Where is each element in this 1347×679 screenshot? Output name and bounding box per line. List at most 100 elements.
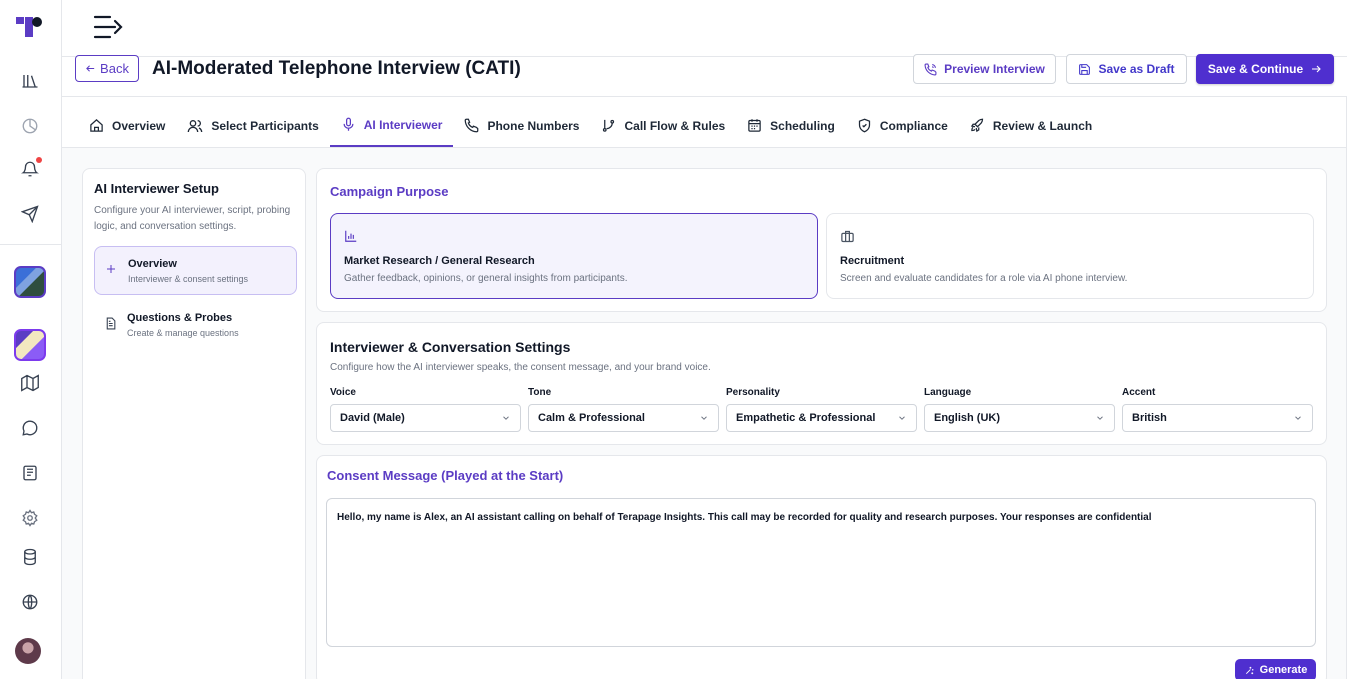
tab-overview[interactable]: Overview: [78, 104, 176, 147]
select-value: British: [1132, 412, 1167, 424]
tab-label: AI Interviewer: [363, 117, 443, 132]
purpose-option-title: Market Research / General Research: [344, 255, 535, 267]
field-label: Language: [924, 387, 972, 398]
nav-title: Questions & Probes: [127, 312, 233, 324]
select-value: English (UK): [934, 412, 1000, 424]
menu-toggle-icon[interactable]: [93, 14, 123, 40]
document-icon: [104, 317, 118, 331]
settings-icon[interactable]: [19, 507, 41, 529]
generate-label: Generate: [1259, 664, 1308, 676]
language-select[interactable]: English (UK): [924, 404, 1115, 432]
sidebar-rail: [0, 0, 62, 679]
setup-nav-questions[interactable]: Questions & Probes Create & manage quest…: [94, 301, 297, 350]
chart-circle-icon[interactable]: [19, 115, 41, 137]
git-branch-icon: [603, 119, 615, 132]
purpose-option-market-research[interactable]: Market Research / General Research Gathe…: [330, 213, 818, 299]
chevron-down-icon: [899, 416, 905, 420]
tab-review-launch[interactable]: Review & Launch: [959, 104, 1103, 147]
language-field: Language English (UK): [924, 387, 1115, 432]
users-icon: [188, 119, 203, 132]
setup-description: Configure your AI interviewer, script, p…: [94, 205, 291, 232]
setup-title: AI Interviewer Setup: [94, 181, 219, 196]
app-logo[interactable]: [16, 17, 42, 37]
home-icon: [90, 119, 103, 132]
map-icon[interactable]: [19, 372, 41, 394]
tab-label: Compliance: [879, 118, 948, 133]
tab-label: Scheduling: [770, 118, 835, 133]
tabs-divider: [62, 147, 1347, 148]
project-thumbnail-1[interactable]: [14, 266, 46, 298]
page-title: AI-Moderated Telephone Interview (CATI): [152, 58, 521, 79]
interviewer-setup-panel: AI Interviewer Setup Configure your AI i…: [82, 168, 306, 679]
sparkles-icon: [1245, 666, 1254, 674]
setup-nav-overview[interactable]: Overview Interviewer & consent settings: [94, 246, 297, 295]
nav-title: Overview: [128, 258, 177, 270]
tone-select[interactable]: Calm & Professional: [528, 404, 719, 432]
purpose-option-recruitment[interactable]: Recruitment Screen and evaluate candidat…: [826, 213, 1314, 299]
consent-message-textarea[interactable]: Hello, my name is Alex, an AI assistant …: [326, 498, 1316, 647]
draft-label: Save as Draft: [1098, 62, 1175, 76]
newspaper-icon[interactable]: [19, 462, 41, 484]
field-label: Personality: [726, 387, 780, 398]
tab-label: Select Participants: [211, 118, 319, 133]
tab-compliance[interactable]: Compliance: [846, 104, 959, 147]
top-bar: [62, 0, 1347, 57]
preview-interview-button[interactable]: Preview Interview: [913, 54, 1056, 84]
settings-description: Configure how the AI interviewer speaks,…: [330, 362, 711, 373]
campaign-purpose-card: Campaign Purpose Market Research / Gener…: [316, 168, 1327, 312]
shield-check-icon: [858, 118, 870, 133]
tab-ai-interviewer[interactable]: AI Interviewer: [329, 104, 454, 147]
user-avatar[interactable]: [15, 638, 41, 664]
phone-icon: [924, 63, 937, 75]
consent-message-card: Consent Message (Played at the Start) He…: [316, 455, 1327, 679]
accent-field: Accent British: [1122, 387, 1313, 432]
continue-label: Save & Continue: [1207, 62, 1304, 76]
field-label: Accent: [1122, 387, 1156, 398]
save-draft-button[interactable]: Save as Draft: [1066, 54, 1187, 84]
tab-label: Phone Numbers: [487, 118, 580, 133]
chevron-down-icon: [1295, 416, 1301, 420]
tab-label: Overview: [112, 118, 166, 133]
accent-select[interactable]: British: [1122, 404, 1313, 432]
globe-icon[interactable]: [19, 591, 41, 613]
save-continue-button[interactable]: Save & Continue: [1196, 54, 1334, 84]
preview-label: Preview Interview: [944, 62, 1045, 76]
rocket-icon: [970, 118, 983, 133]
back-label: Back: [100, 61, 129, 76]
plus-icon: [105, 263, 119, 277]
purpose-option-title: Recruitment: [840, 255, 905, 267]
briefcase-icon: [840, 229, 854, 243]
nav-subtitle: Interviewer & consent settings: [128, 274, 249, 284]
project-thumbnail-2[interactable]: [14, 329, 46, 361]
tab-select-participants[interactable]: Select Participants: [176, 104, 329, 147]
chevron-down-icon: [701, 416, 707, 420]
generate-button[interactable]: Generate: [1235, 659, 1316, 679]
personality-select[interactable]: Empathetic & Professional: [726, 404, 917, 432]
phone-icon: [465, 118, 479, 133]
tab-phone-numbers[interactable]: Phone Numbers: [453, 104, 590, 147]
field-label: Tone: [528, 387, 552, 398]
chat-icon[interactable]: [19, 417, 41, 439]
consent-title: Consent Message (Played at the Start): [327, 468, 564, 483]
calendar-icon: [748, 119, 761, 132]
campaign-purpose-title: Campaign Purpose: [330, 184, 449, 199]
library-icon[interactable]: [19, 70, 41, 92]
select-value: Empathetic & Professional: [736, 412, 876, 424]
database-icon[interactable]: [19, 546, 41, 568]
field-label: Voice: [330, 387, 356, 398]
tab-scheduling[interactable]: Scheduling: [736, 104, 846, 147]
chevron-down-icon: [503, 416, 509, 420]
purpose-option-subtitle: Gather feedback, opinions, or general in…: [344, 273, 628, 284]
bell-icon[interactable]: [19, 157, 42, 180]
nav-subtitle: Create & manage questions: [127, 328, 239, 338]
tone-field: Tone Calm & Professional: [528, 387, 719, 432]
purpose-option-subtitle: Screen and evaluate candidates for a rol…: [840, 273, 1128, 284]
tab-call-flow[interactable]: Call Flow & Rules: [590, 104, 736, 147]
settings-title: Interviewer & Conversation Settings: [330, 339, 571, 355]
send-icon[interactable]: [19, 203, 41, 225]
wizard-tabs: Overview Select Participants AI Intervie…: [78, 104, 1103, 148]
back-button[interactable]: Back: [75, 55, 139, 82]
rail-divider: [0, 244, 62, 245]
voice-select[interactable]: David (Male): [330, 404, 521, 432]
voice-field: Voice David (Male): [330, 387, 521, 432]
